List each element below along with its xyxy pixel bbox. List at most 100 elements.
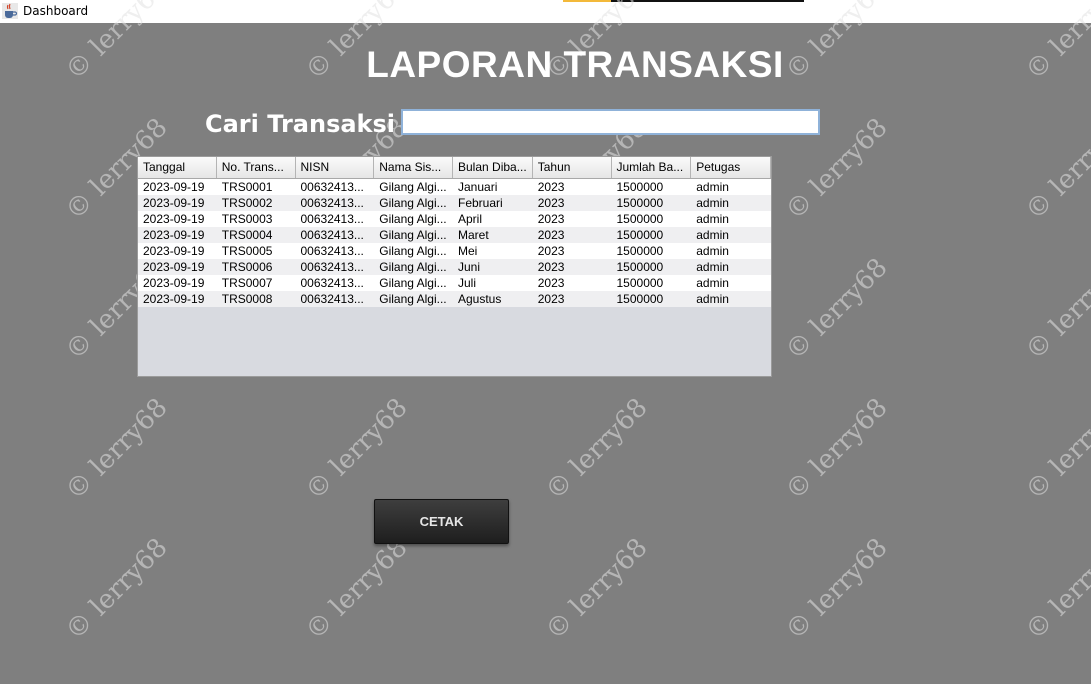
watermark-text: © lerry68 bbox=[540, 532, 654, 647]
table-row[interactable]: 2023-09-19 TRS0003 00632413... Gilang Algi.… bbox=[138, 211, 771, 227]
table-cell-nisn: 00632413... bbox=[300, 292, 364, 306]
table-cell-petugas: admin bbox=[696, 292, 729, 306]
table-cell-bulan-dibayar: Januari bbox=[458, 180, 498, 194]
column-header-no-transaksi[interactable]: No. Trans... bbox=[217, 157, 296, 178]
table-cell-nisn: 00632413... bbox=[300, 212, 364, 226]
table-cell-tanggal: 2023-09-19 bbox=[143, 244, 205, 258]
watermark-text: © lerry68 bbox=[780, 252, 894, 367]
table-cell-tahun: 2023 bbox=[537, 228, 565, 242]
table-cell-petugas: admin bbox=[696, 212, 729, 226]
table-row[interactable]: 2023-09-19 TRS0002 00632413... Gilang Algi.… bbox=[138, 195, 771, 211]
table-cell-no-transaksi: TRS0008 bbox=[221, 292, 273, 306]
transaction-table[interactable]: Tanggal No. Trans... NISN Nama Sis... Bulan … bbox=[137, 156, 772, 377]
watermark-text: © lerry68 bbox=[300, 532, 414, 647]
table-header: Tanggal No. Trans... NISN Nama Sis... Bulan … bbox=[138, 157, 771, 179]
table-cell-nama-siswa: Gilang Algi... bbox=[379, 228, 447, 242]
watermark-text: © lerry68 bbox=[1020, 112, 1091, 227]
table-cell-nisn: 00632413... bbox=[300, 196, 364, 210]
table-cell-tahun: 2023 bbox=[537, 196, 565, 210]
watermark-text: © lerry68 bbox=[780, 392, 894, 507]
table-cell-bulan-dibayar: Agustus bbox=[458, 292, 502, 306]
table-cell-nama-siswa: Gilang Algi... bbox=[379, 276, 447, 290]
table-cell-no-transaksi: TRS0006 bbox=[221, 260, 273, 274]
page-title: LAPORAN TRANSAKSI bbox=[366, 44, 784, 85]
java-cup-icon bbox=[2, 3, 18, 19]
table-cell-jumlah-bayar: 1500000 bbox=[616, 260, 664, 274]
table-cell-nisn: 00632413... bbox=[300, 180, 364, 194]
table-cell-no-transaksi: TRS0004 bbox=[221, 228, 273, 242]
table-cell-bulan-dibayar: Maret bbox=[458, 228, 489, 242]
table-cell-no-transaksi: TRS0002 bbox=[221, 196, 273, 210]
table-row[interactable]: 2023-09-19 TRS0001 00632413... Gilang Algi.… bbox=[138, 179, 771, 195]
table-cell-tahun: 2023 bbox=[537, 276, 565, 290]
table-cell-bulan-dibayar: Februari bbox=[458, 196, 503, 210]
table-cell-tanggal: 2023-09-19 bbox=[143, 260, 205, 274]
table-cell-no-transaksi: TRS0001 bbox=[221, 180, 273, 194]
table-cell-jumlah-bayar: 1500000 bbox=[616, 180, 664, 194]
table-row[interactable]: 2023-09-19 TRS0007 00632413... Gilang Algi.… bbox=[138, 275, 771, 291]
table-cell-tahun: 2023 bbox=[537, 292, 565, 306]
table-cell-jumlah-bayar: 1500000 bbox=[616, 244, 664, 258]
table-cell-bulan-dibayar: Mei bbox=[458, 244, 478, 258]
column-header-petugas[interactable]: Petugas bbox=[691, 157, 771, 178]
watermark-text: © lerry68 bbox=[60, 392, 174, 507]
search-input[interactable] bbox=[401, 109, 820, 135]
table-cell-nama-siswa: Gilang Algi... bbox=[379, 244, 447, 258]
table-cell-no-transaksi: TRS0005 bbox=[221, 244, 273, 258]
table-row[interactable]: 2023-09-19 TRS0004 00632413... Gilang Algi.… bbox=[138, 227, 771, 243]
table-cell-tanggal: 2023-09-19 bbox=[143, 212, 205, 226]
table-cell-jumlah-bayar: 1500000 bbox=[616, 196, 664, 210]
watermark-text: © lerry68 bbox=[1020, 392, 1091, 507]
watermark-text: © lerry68 bbox=[1020, 252, 1091, 367]
table-cell-nama-siswa: Gilang Algi... bbox=[379, 196, 447, 210]
column-header-nama-siswa[interactable]: Nama Sis... bbox=[374, 157, 453, 178]
table-cell-petugas: admin bbox=[696, 228, 729, 242]
column-header-tanggal[interactable]: Tanggal bbox=[138, 157, 217, 178]
table-cell-petugas: admin bbox=[696, 276, 729, 290]
table-body: 2023-09-19 TRS0001 00632413... Gilang Algi.… bbox=[138, 179, 771, 307]
column-header-bulan-dibayar[interactable]: Bulan Diba... bbox=[453, 157, 533, 178]
print-button[interactable]: CETAK bbox=[374, 499, 509, 544]
watermark-text: © lerry68 bbox=[300, 392, 414, 507]
table-cell-nisn: 00632413... bbox=[300, 228, 364, 242]
watermark-text: © lerry68 bbox=[780, 532, 894, 647]
table-cell-bulan-dibayar: April bbox=[458, 212, 483, 226]
table-row[interactable]: 2023-09-19 TRS0006 00632413... Gilang Algi.… bbox=[138, 259, 771, 275]
table-cell-nama-siswa: Gilang Algi... bbox=[379, 292, 447, 306]
table-cell-tanggal: 2023-09-19 bbox=[143, 292, 205, 306]
column-header-nisn[interactable]: NISN bbox=[296, 157, 375, 178]
table-row[interactable]: 2023-09-19 TRS0008 00632413... Gilang Algi.… bbox=[138, 291, 771, 307]
table-cell-jumlah-bayar: 1500000 bbox=[616, 292, 664, 306]
table-cell-tanggal: 2023-09-19 bbox=[143, 228, 205, 242]
table-cell-tahun: 2023 bbox=[537, 180, 565, 194]
table-row[interactable]: 2023-09-19 TRS0005 00632413... Gilang Algi.… bbox=[138, 243, 771, 259]
table-cell-nama-siswa: Gilang Algi... bbox=[379, 180, 447, 194]
table-cell-tanggal: 2023-09-19 bbox=[143, 276, 205, 290]
table-cell-jumlah-bayar: 1500000 bbox=[616, 212, 664, 226]
table-cell-nama-siswa: Gilang Algi... bbox=[379, 260, 447, 274]
table-cell-jumlah-bayar: 1500000 bbox=[616, 228, 664, 242]
table-cell-bulan-dibayar: Juli bbox=[458, 276, 477, 290]
taskbar-accent bbox=[563, 0, 611, 2]
table-cell-no-transaksi: TRS0003 bbox=[221, 212, 273, 226]
table-cell-nisn: 00632413... bbox=[300, 244, 364, 258]
table-cell-jumlah-bayar: 1500000 bbox=[616, 276, 664, 290]
table-cell-petugas: admin bbox=[696, 196, 729, 210]
table-cell-nisn: 00632413... bbox=[300, 260, 364, 274]
table-cell-tahun: 2023 bbox=[537, 260, 565, 274]
table-cell-tanggal: 2023-09-19 bbox=[143, 196, 205, 210]
window-title: Dashboard bbox=[23, 4, 89, 18]
table-cell-tanggal: 2023-09-19 bbox=[143, 180, 205, 194]
table-cell-petugas: admin bbox=[696, 244, 729, 258]
table-cell-tahun: 2023 bbox=[537, 212, 565, 226]
title-bar: Dashboard bbox=[0, 0, 1091, 23]
search-label: Cari Transaksi : bbox=[205, 110, 413, 138]
table-cell-nisn: 00632413... bbox=[300, 276, 364, 290]
table-cell-no-transaksi: TRS0007 bbox=[221, 276, 273, 290]
watermark-text: © lerry68 bbox=[1020, 532, 1091, 647]
watermark-text: © lerry68 bbox=[60, 532, 174, 647]
column-header-tahun[interactable]: Tahun bbox=[533, 157, 612, 178]
table-cell-petugas: admin bbox=[696, 180, 729, 194]
column-header-jumlah-bayar[interactable]: Jumlah Ba... bbox=[612, 157, 692, 178]
table-cell-tahun: 2023 bbox=[537, 244, 565, 258]
